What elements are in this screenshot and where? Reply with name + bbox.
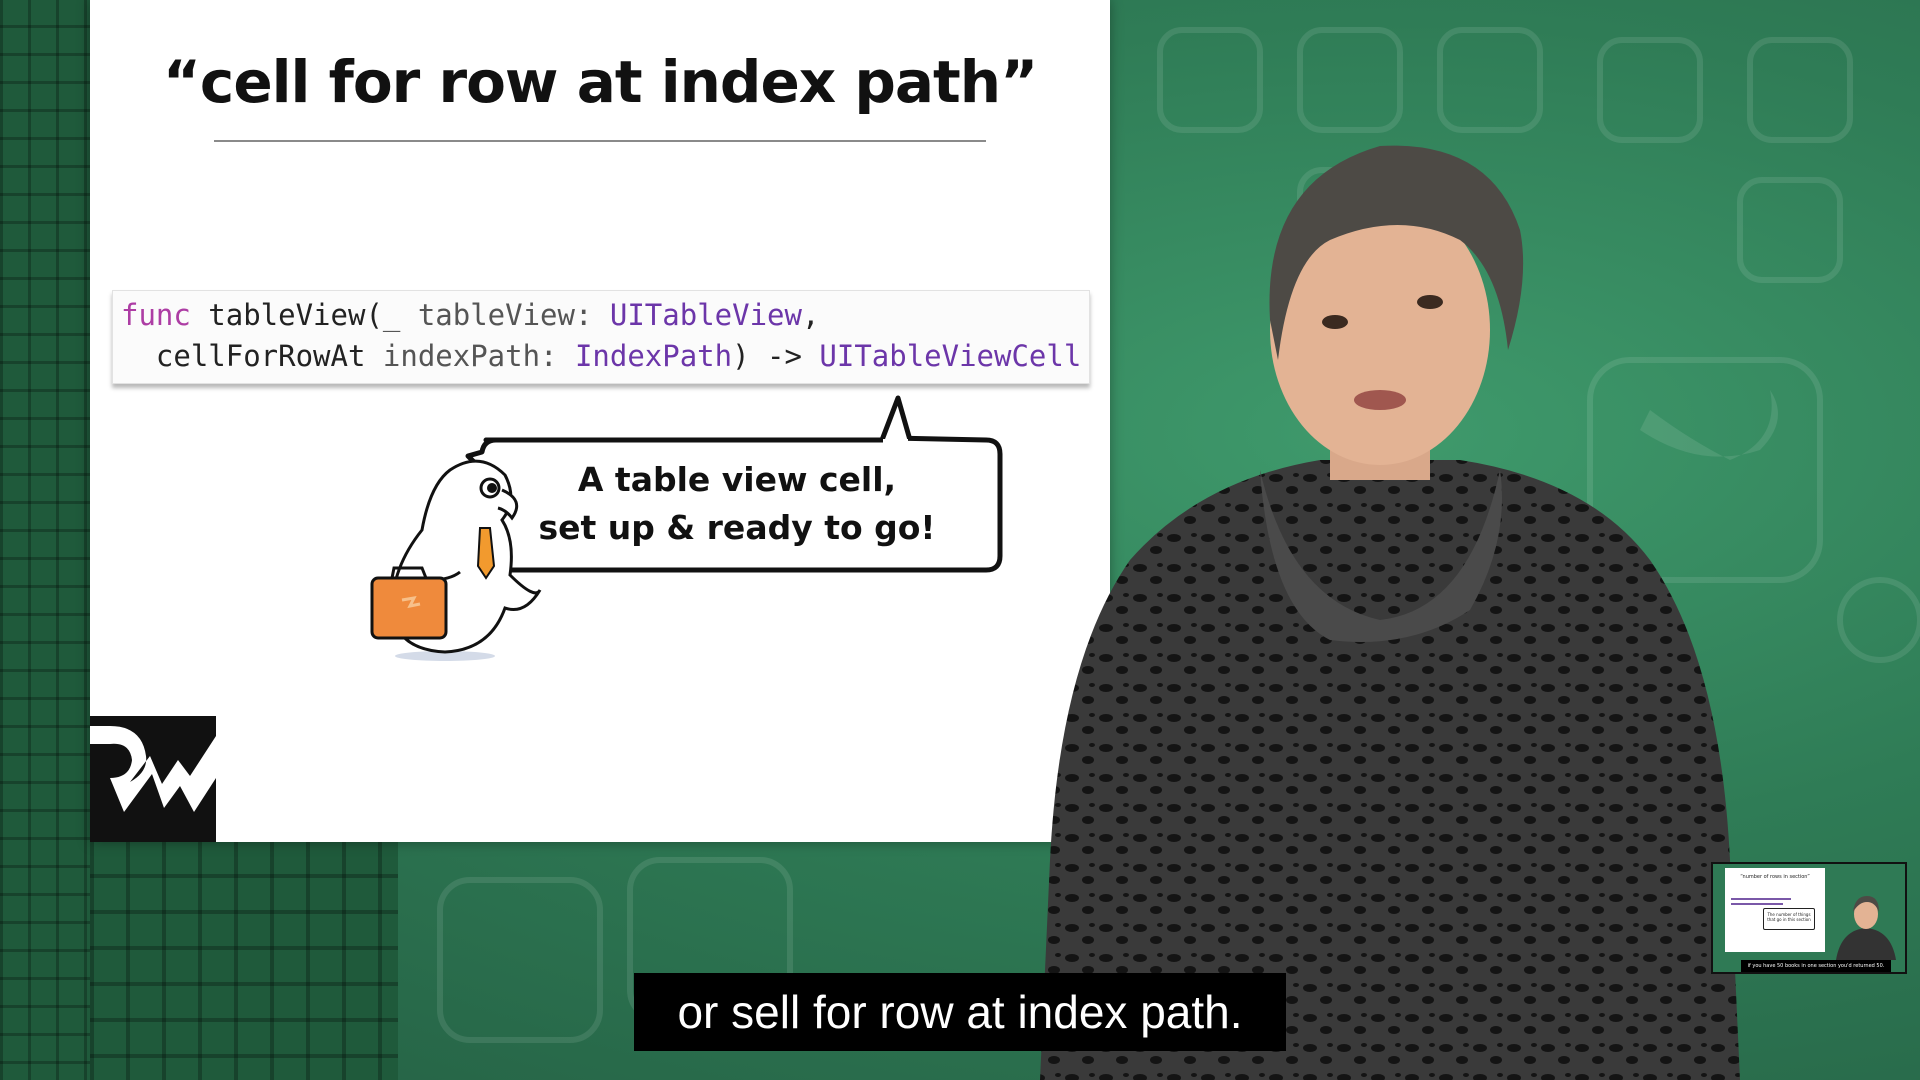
subtitle-caption: or sell for row at index path. [634, 973, 1286, 1051]
bottom-grid-pattern [90, 842, 398, 1080]
presenter-video [1040, 145, 1740, 1080]
speech-bubble [465, 395, 1003, 573]
thumbnail-slide: “number of rows in section” The number o… [1725, 868, 1825, 952]
video-thumbnail[interactable]: “number of rows in section” The number o… [1711, 862, 1907, 974]
thumbnail-presenter [1836, 896, 1896, 960]
rw-logo [90, 716, 216, 842]
left-grid-pattern [0, 0, 90, 1080]
presentation-slide: “cell for row at index path” func tableV… [90, 0, 1110, 842]
speech-bubble-text: A table view cell, set up & ready to go! [538, 460, 936, 547]
bird-mascot-icon [370, 459, 542, 661]
